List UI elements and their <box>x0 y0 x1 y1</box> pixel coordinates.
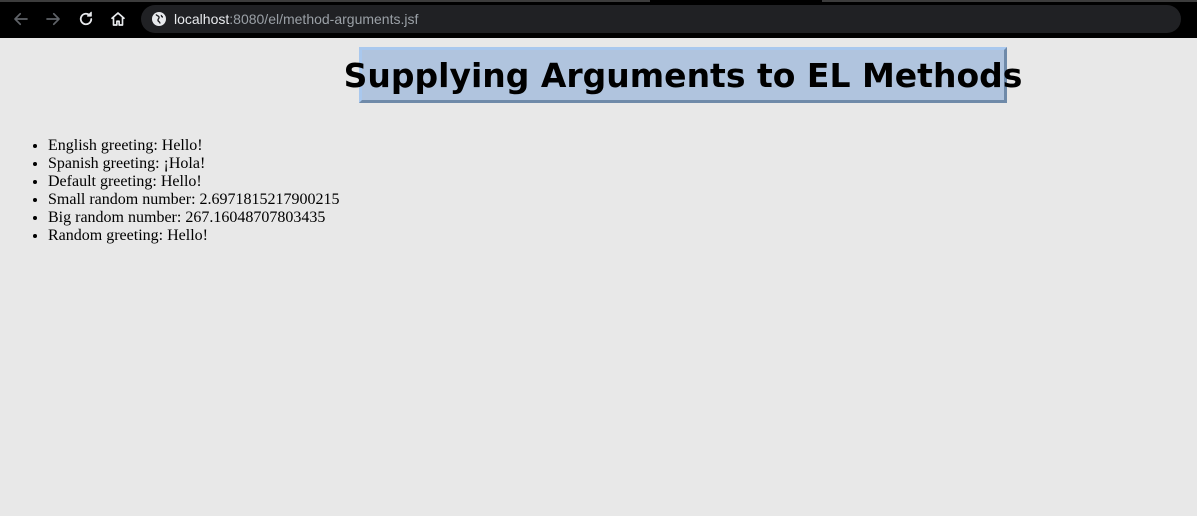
forward-button[interactable] <box>40 6 66 32</box>
home-icon <box>111 12 125 26</box>
list-item-small-random-number: Small random number: 2.6971815217900215 <box>48 191 340 209</box>
list-item-default-greeting: Default greeting: Hello! <box>48 173 340 191</box>
tab-strip-edge <box>0 0 650 2</box>
reload-icon <box>79 11 93 26</box>
home-button[interactable] <box>105 6 131 32</box>
results-list: English greeting: Hello! Spanish greetin… <box>0 137 340 245</box>
arrow-left-icon <box>14 12 28 26</box>
address-bar[interactable]: localhost:8080/el/method-arguments.jsf <box>141 5 1181 33</box>
browser-toolbar: localhost:8080/el/method-arguments.jsf <box>0 0 1197 38</box>
url-path: :8080/el/method-arguments.jsf <box>229 11 419 27</box>
list-item-big-random-number: Big random number: 267.16048707803435 <box>48 209 340 227</box>
page-content: Supplying Arguments to EL Methods Englis… <box>0 38 1197 516</box>
list-item-spanish-greeting: Spanish greeting: ¡Hola! <box>48 155 340 173</box>
url-host: localhost <box>174 11 230 27</box>
tab-strip-edge-right <box>822 0 1197 2</box>
globe-icon <box>151 11 167 27</box>
list-item-english-greeting: English greeting: Hello! <box>48 137 340 155</box>
back-button[interactable] <box>8 6 34 32</box>
reload-button[interactable] <box>73 6 99 32</box>
title-panel: Supplying Arguments to EL Methods <box>344 47 1022 103</box>
page-title: Supplying Arguments to EL Methods <box>343 55 1023 95</box>
list-item-random-greeting: Random greeting: Hello! <box>48 227 340 245</box>
arrow-right-icon <box>46 12 60 26</box>
